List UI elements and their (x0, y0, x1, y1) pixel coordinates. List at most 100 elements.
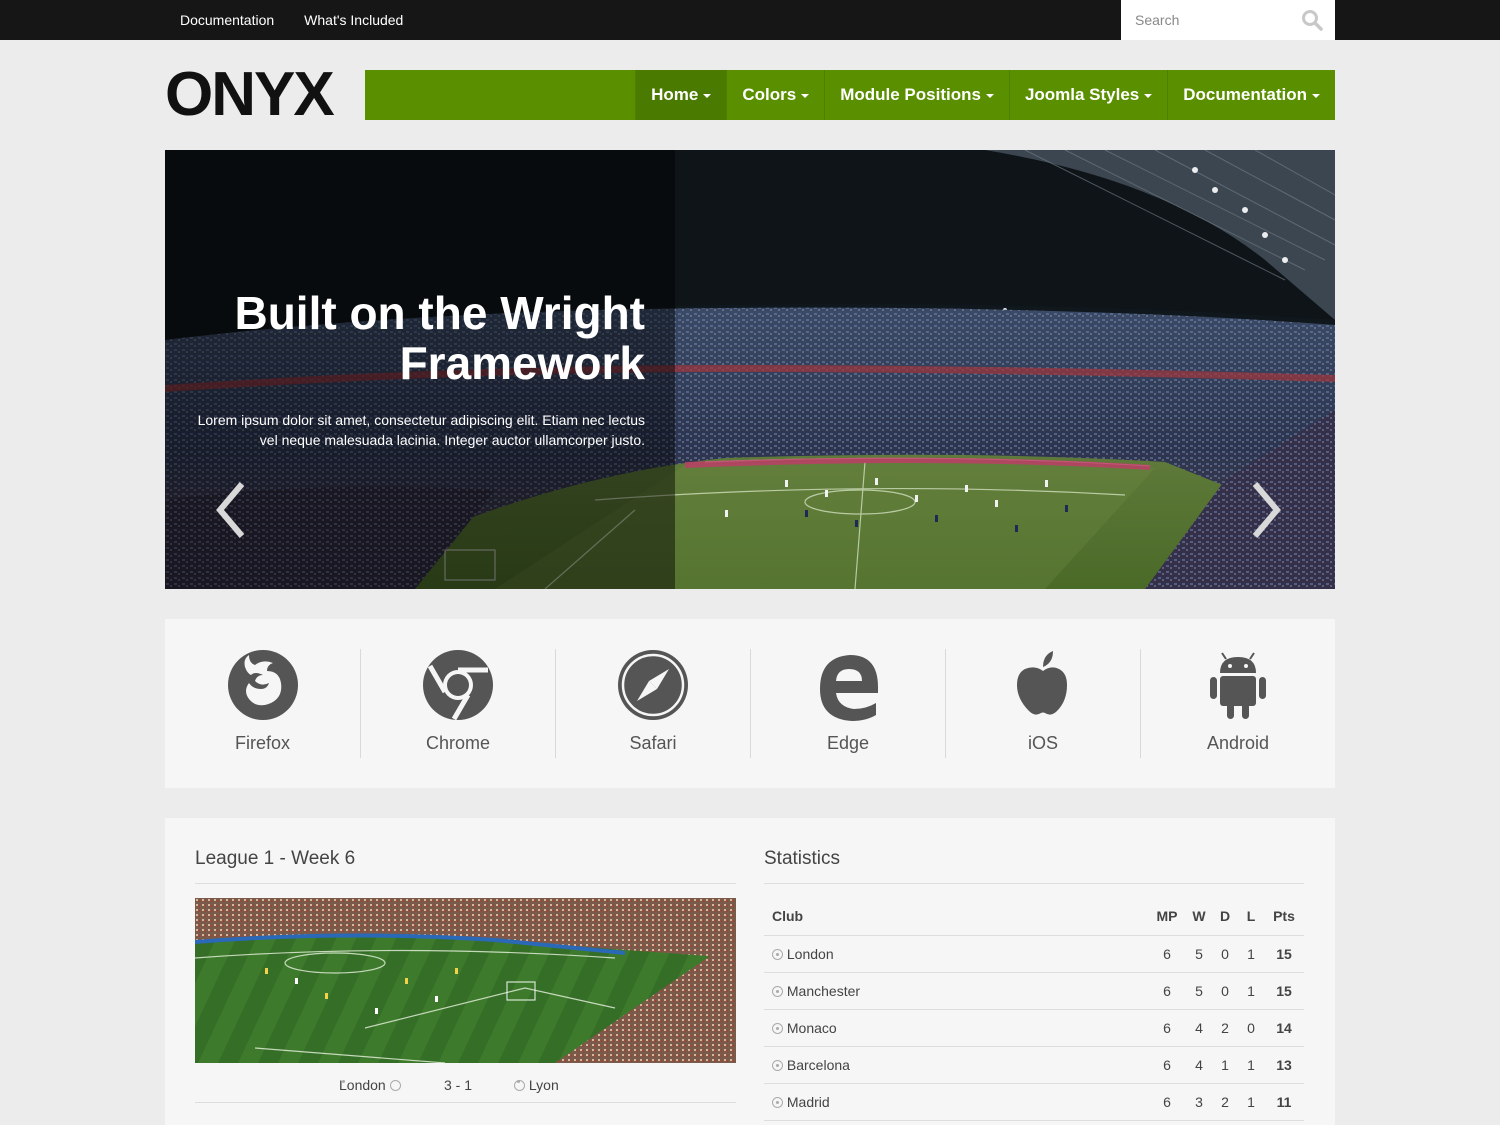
club-cell: Barcelona (764, 1046, 1148, 1084)
cell-mp: 6 (1148, 1046, 1186, 1084)
cell-d: 0 (1212, 935, 1238, 973)
cell-l: 1 (1238, 1083, 1264, 1121)
cell-pts: 13 (1264, 1046, 1304, 1084)
cell-l: 1 (1238, 935, 1264, 973)
browser-safari[interactable]: Safari (555, 649, 750, 758)
prev-slide-arrow-icon[interactable] (210, 480, 250, 540)
column-header-d: D (1212, 898, 1238, 936)
club-badge-icon (389, 1080, 401, 1091)
cell-mp: 6 (1148, 935, 1186, 973)
next-slide-arrow-icon[interactable] (1247, 480, 1287, 540)
cell-w: 3 (1186, 1083, 1212, 1121)
cell-pts: 11 (1264, 1083, 1304, 1121)
main-nav: Home Colors Module Positions Joomla Styl… (365, 70, 1335, 120)
nav-item-module-positions[interactable]: Module Positions (824, 70, 1009, 120)
club-badge-icon (772, 1022, 783, 1034)
table-row: Madrid 6 3 2 1 11 (764, 1083, 1304, 1121)
cell-l: 1 (1238, 1046, 1264, 1084)
browser-support: Firefox Chrome Safari Edge iOS Android (165, 619, 1335, 788)
edge-icon (820, 655, 878, 721)
safari-icon (618, 650, 688, 720)
statistics-table: Club MP W D L Pts London 6 5 0 1 15 Manc… (764, 898, 1304, 1121)
browser-label: Android (1206, 733, 1270, 753)
cell-pts: 15 (1264, 972, 1304, 1010)
table-row: London 6 5 0 1 15 (764, 935, 1304, 973)
site-logo[interactable]: ONYX (165, 62, 335, 128)
cell-l: 0 (1238, 1009, 1264, 1047)
column-header-l: L (1238, 898, 1264, 936)
club-cell: Madrid (764, 1083, 1148, 1121)
chrome-icon (423, 650, 493, 721)
cell-mp: 6 (1148, 1009, 1186, 1047)
platform-ios[interactable]: iOS (945, 649, 1140, 758)
apple-icon (1017, 651, 1067, 715)
browser-firefox[interactable]: Firefox (165, 649, 360, 758)
league-module: League 1 - Week 6 London 3 - 1 Lyon (195, 848, 736, 1103)
cell-w: 5 (1186, 935, 1212, 973)
cell-d: 2 (1212, 1009, 1238, 1047)
top-link-whats-included[interactable]: What's Included (289, 0, 418, 40)
top-link-documentation[interactable]: Documentation (165, 0, 289, 40)
statistics-title: Statistics (764, 848, 1304, 884)
hero-title: Built on the Wright Framework (234, 287, 645, 389)
match-home-team: London (339, 1077, 401, 1093)
table-header-row: Club MP W D L Pts (764, 898, 1304, 936)
top-links: Documentation What's Included (165, 0, 418, 40)
club-badge-icon (514, 1080, 525, 1091)
cell-d: 0 (1212, 972, 1238, 1010)
cell-mp: 6 (1148, 1083, 1186, 1121)
caret-down-icon (801, 93, 810, 98)
nav-item-joomla-styles[interactable]: Joomla Styles (1008, 70, 1167, 120)
club-cell: London (764, 935, 1148, 973)
browser-label: Firefox (234, 733, 290, 753)
cell-d: 2 (1212, 1083, 1238, 1121)
browser-label: iOS (1027, 733, 1058, 753)
cell-d: 1 (1212, 1046, 1238, 1084)
cell-l: 1 (1238, 972, 1264, 1010)
search-box (1121, 0, 1335, 40)
table-row: Barcelona 6 4 1 1 13 (764, 1046, 1304, 1084)
cell-w: 5 (1186, 972, 1212, 1010)
cell-pts: 15 (1264, 935, 1304, 973)
club-cell: Monaco (764, 1009, 1148, 1047)
browser-label: Chrome (425, 733, 491, 753)
cell-w: 4 (1186, 1009, 1212, 1047)
match-score: 3 - 1 (444, 1077, 473, 1093)
club-badge-icon (772, 985, 783, 997)
caret-down-icon (703, 93, 712, 98)
club-badge-icon (772, 1059, 783, 1071)
cell-mp: 6 (1148, 972, 1186, 1010)
match-image (195, 898, 736, 1063)
platform-android[interactable]: Android (1140, 649, 1335, 758)
caret-down-icon (1312, 93, 1320, 98)
caret-down-icon (985, 93, 994, 98)
browser-label: Edge (826, 733, 870, 753)
table-row: Manchester 6 5 0 1 15 (764, 972, 1304, 1010)
column-header-mp: MP (1148, 898, 1186, 936)
cell-w: 4 (1186, 1046, 1212, 1084)
nav-item-colors[interactable]: Colors (726, 70, 824, 120)
caret-down-icon (1144, 93, 1153, 98)
content-section: League 1 - Week 6 London 3 - 1 Lyon Stat… (165, 818, 1335, 1125)
hero-text: Lorem ipsum dolor sit amet, consectetur … (197, 412, 645, 448)
android-icon (1210, 652, 1266, 719)
club-badge-icon (772, 1096, 783, 1108)
nav-item-home[interactable]: Home (635, 70, 727, 120)
match-result-row: London 3 - 1 Lyon (195, 1063, 736, 1103)
browser-label: Safari (629, 733, 677, 753)
statistics-module: Statistics Club MP W D L Pts London 6 5 … (764, 848, 1304, 1121)
match-away-team: Lyon (514, 1077, 559, 1093)
column-header-w: W (1186, 898, 1212, 936)
browser-edge[interactable]: Edge (750, 649, 945, 758)
firefox-icon (227, 650, 298, 720)
search-icon[interactable] (1301, 9, 1323, 31)
nav-item-documentation[interactable]: Documentation (1167, 70, 1335, 120)
top-bar: Documentation What's Included (0, 0, 1500, 40)
club-badge-icon (772, 948, 783, 960)
table-row: Monaco 6 4 2 0 14 (764, 1009, 1304, 1047)
search-input[interactable] (1121, 0, 1291, 40)
column-header-pts: Pts (1264, 898, 1304, 936)
club-cell: Manchester (764, 972, 1148, 1010)
hero-slider: Built on the Wright Framework Lorem ipsum… (165, 150, 1335, 589)
browser-chrome[interactable]: Chrome (360, 649, 555, 758)
